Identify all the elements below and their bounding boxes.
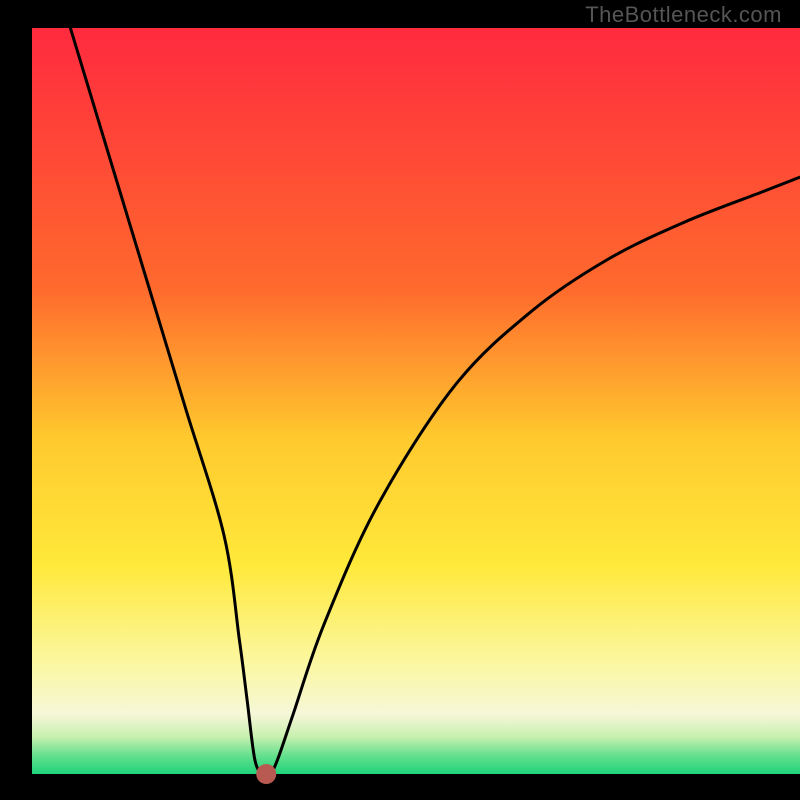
minimum-marker [256,764,276,784]
plot-background [32,28,800,774]
bottleneck-chart [0,0,800,800]
watermark-text: TheBottleneck.com [585,2,782,28]
chart-container: TheBottleneck.com [0,0,800,800]
